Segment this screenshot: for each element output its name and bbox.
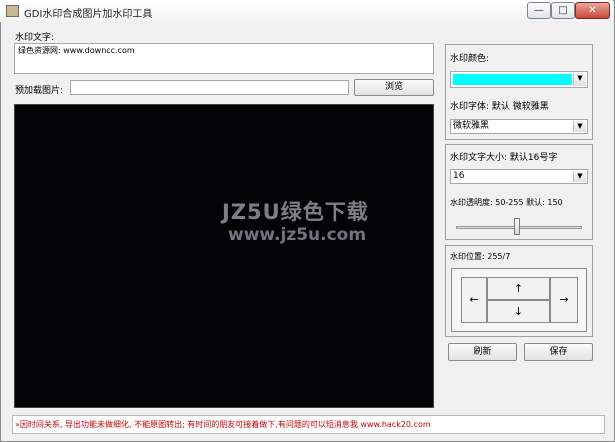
- maximize-button[interactable]: □: [551, 2, 575, 19]
- size-value: 16: [453, 171, 465, 181]
- font-label: 水印字体: 默认 微软雅黑: [450, 102, 549, 112]
- size-label: 水印文字大小: 默认16号字: [450, 153, 558, 163]
- minimize-button[interactable]: —: [527, 2, 551, 19]
- watermark-logo-text: JZ5U绿色下载: [222, 200, 369, 224]
- color-swatch: [453, 74, 572, 85]
- window-title: GDI水印合成图片加水印工具: [24, 9, 153, 20]
- preload-image-label: 预加载图片:: [15, 86, 64, 96]
- refresh-button[interactable]: 刷新: [448, 343, 517, 361]
- opacity-slider-thumb[interactable]: [514, 218, 521, 235]
- close-button[interactable]: ✕: [575, 2, 610, 19]
- watermark-text-label: 水印文字:: [15, 33, 55, 43]
- chevron-down-icon: ▼: [573, 121, 586, 132]
- app-icon: [6, 5, 19, 17]
- image-preview: [14, 104, 434, 408]
- size-dropdown[interactable]: 16 ▼: [450, 169, 588, 184]
- chevron-down-icon: ▼: [573, 171, 586, 182]
- preload-image-input[interactable]: [70, 80, 349, 95]
- font-dropdown[interactable]: 微软雅黑 ▼: [450, 119, 588, 134]
- watermark-url-text: www.jz5u.com: [228, 225, 367, 245]
- move-left-button[interactable]: ←: [461, 277, 487, 323]
- status-message: »因时间关系, 导出功能未做细化, 不能原图转出; 有时间的朋友可接着做下,有问…: [15, 420, 431, 429]
- move-down-button[interactable]: ↓: [487, 300, 550, 323]
- browse-button[interactable]: 浏览: [354, 79, 434, 96]
- move-right-button[interactable]: →: [550, 277, 578, 323]
- watermark-text-input[interactable]: 绿色资源网: www.downcc.com: [14, 43, 434, 74]
- color-label: 水印颜色:: [450, 54, 490, 64]
- font-value: 微软雅黑: [453, 121, 490, 131]
- move-up-button[interactable]: ↑: [487, 277, 550, 300]
- color-dropdown[interactable]: ▼: [450, 71, 588, 88]
- position-label: 水印位置: 255/7: [450, 252, 511, 261]
- save-button[interactable]: 保存: [524, 343, 593, 361]
- chevron-down-icon: ▼: [573, 73, 586, 86]
- opacity-label: 水印透明度: 50-255 默认: 150: [450, 198, 563, 207]
